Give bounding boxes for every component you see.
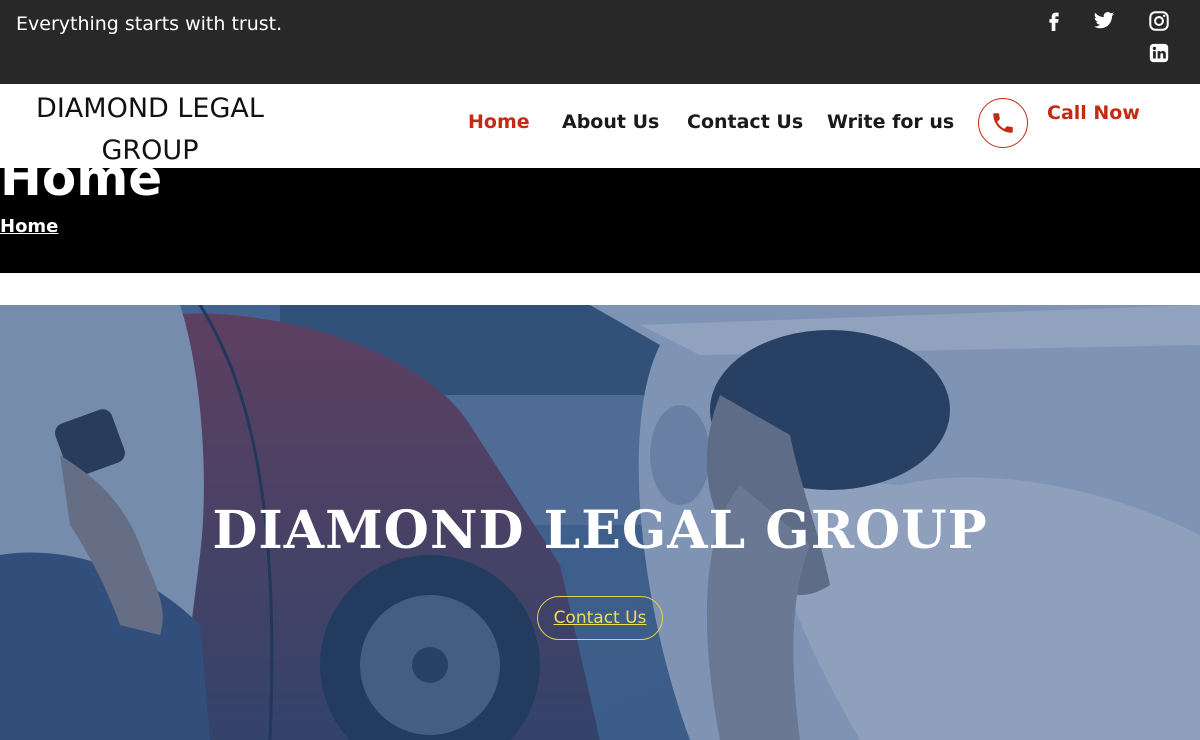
nav-about-us[interactable]: About Us	[562, 110, 659, 134]
phone-icon	[993, 113, 1013, 133]
twitter-icon[interactable]	[1093, 9, 1115, 31]
nav-contact-us[interactable]: Contact Us	[687, 110, 803, 134]
site-logo[interactable]: DIAMOND LEGAL GROUP	[20, 88, 280, 172]
phone-button[interactable]	[978, 98, 1028, 148]
linkedin-icon[interactable]	[1148, 42, 1170, 64]
site-header: DIAMOND LEGAL GROUP Home About Us Contac…	[0, 84, 1200, 168]
instagram-icon[interactable]	[1148, 10, 1170, 32]
call-now-link[interactable]: Call Now	[1047, 101, 1140, 125]
page-title: Home	[0, 168, 163, 207]
hero-contact-button[interactable]: Contact Us	[537, 596, 663, 640]
top-bar: Everything starts with trust.	[0, 0, 1200, 84]
nav-home[interactable]: Home	[468, 110, 530, 134]
breadcrumb-home[interactable]: Home	[0, 216, 58, 238]
hero-title: DIAMOND LEGAL GROUP	[212, 500, 988, 561]
hero-section: DIAMOND LEGAL GROUP Contact Us	[0, 305, 1200, 740]
tagline: Everything starts with trust.	[16, 13, 283, 35]
nav-write-for-us[interactable]: Write for us	[827, 110, 954, 134]
facebook-icon[interactable]	[1043, 9, 1065, 31]
page-title-band: Home Home	[0, 168, 1200, 273]
